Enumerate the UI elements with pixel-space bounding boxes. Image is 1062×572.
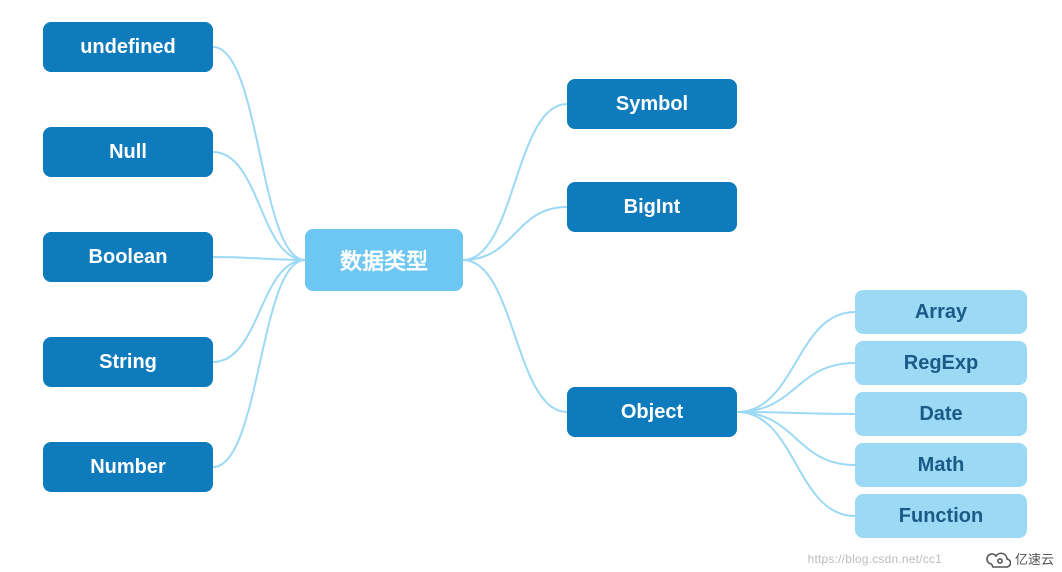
node-label: undefined: [80, 36, 176, 59]
node-regexp: RegExp: [855, 341, 1027, 385]
watermark-text: https://blog.csdn.net/cc1: [808, 552, 942, 566]
root-node-data-types: 数据类型: [305, 229, 463, 291]
node-math: Math: [855, 443, 1027, 487]
node-label: Number: [90, 456, 166, 479]
node-date: Date: [855, 392, 1027, 436]
node-label: Array: [915, 301, 967, 324]
node-label: Symbol: [616, 93, 688, 116]
node-function: Function: [855, 494, 1027, 538]
node-label: Math: [918, 454, 965, 477]
node-array: Array: [855, 290, 1027, 334]
node-object: Object: [567, 387, 737, 437]
node-label: Boolean: [89, 246, 168, 269]
node-label: Null: [109, 141, 147, 164]
node-label: Object: [621, 401, 683, 424]
node-null: Null: [43, 127, 213, 177]
node-number: Number: [43, 442, 213, 492]
node-label: RegExp: [904, 352, 978, 375]
node-string: String: [43, 337, 213, 387]
node-label: String: [99, 351, 157, 374]
node-boolean: Boolean: [43, 232, 213, 282]
root-node-label: 数据类型: [340, 244, 428, 276]
node-label: Function: [899, 505, 983, 528]
cloud-icon: [985, 550, 1011, 568]
node-label: BigInt: [624, 196, 681, 219]
node-label: Date: [919, 403, 962, 426]
node-bigint: BigInt: [567, 182, 737, 232]
node-undefined: undefined: [43, 22, 213, 72]
node-symbol: Symbol: [567, 79, 737, 129]
brand-label: 亿速云: [1015, 549, 1054, 568]
brand-badge: 亿速云: [985, 549, 1054, 568]
